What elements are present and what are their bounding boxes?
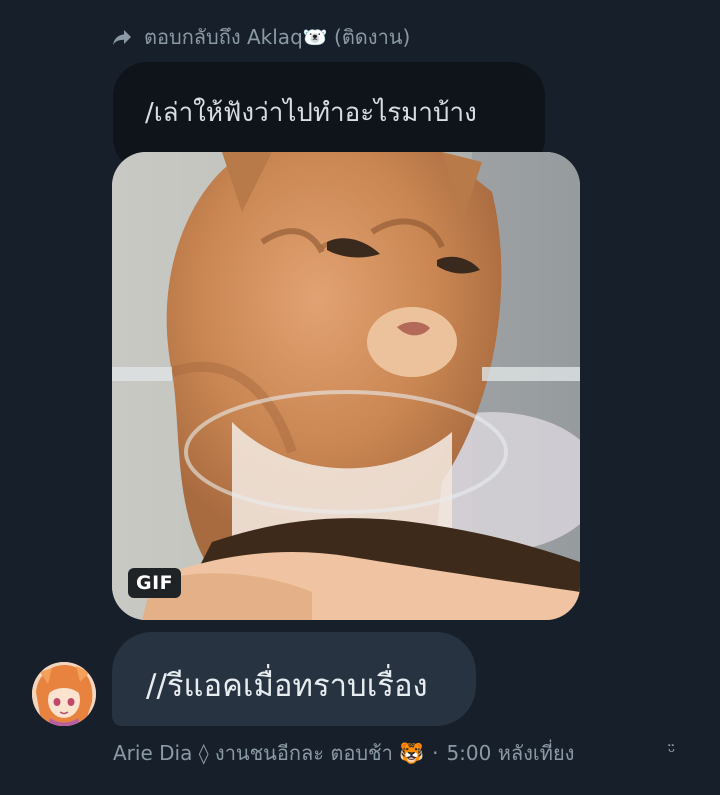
gif-badge: GIF: [128, 568, 182, 598]
add-reaction-icon[interactable]: ᵕ̈: [668, 742, 675, 763]
cat-gif-image: [112, 152, 580, 620]
gif-media[interactable]: GIF: [112, 152, 580, 620]
reply-header-text: ตอบกลับถึง Aklaq🐻‍❄️ (ติดงาน): [144, 25, 411, 49]
author-name[interactable]: Arie Dia ◊ งานชนอีกละ ตอบช้า 🐯: [113, 737, 424, 769]
avatar-image: [32, 662, 96, 726]
message-meta: Arie Dia ◊ งานชนอีกละ ตอบช้า 🐯 · 5:00 หล…: [113, 738, 574, 768]
message-bubble[interactable]: //รีแอคเมื่อทราบเรื่อง: [112, 632, 476, 726]
message-time: 5:00 หลังเที่ยง: [446, 741, 575, 765]
quoted-message-text: /เล่าให้ฟังว่าไปทำอะไรมาบ้าง: [145, 98, 477, 128]
message-text: //รีแอคเมื่อทราบเรื่อง: [146, 668, 428, 704]
reply-arrow-icon: [113, 30, 131, 45]
avatar[interactable]: [32, 662, 96, 726]
meta-separator: ·: [432, 741, 439, 765]
dm-conversation: ตอบกลับถึง Aklaq🐻‍❄️ (ติดงาน) /เล่าให้ฟั…: [0, 0, 720, 795]
reply-header: ตอบกลับถึง Aklaq🐻‍❄️ (ติดงาน): [110, 22, 410, 52]
